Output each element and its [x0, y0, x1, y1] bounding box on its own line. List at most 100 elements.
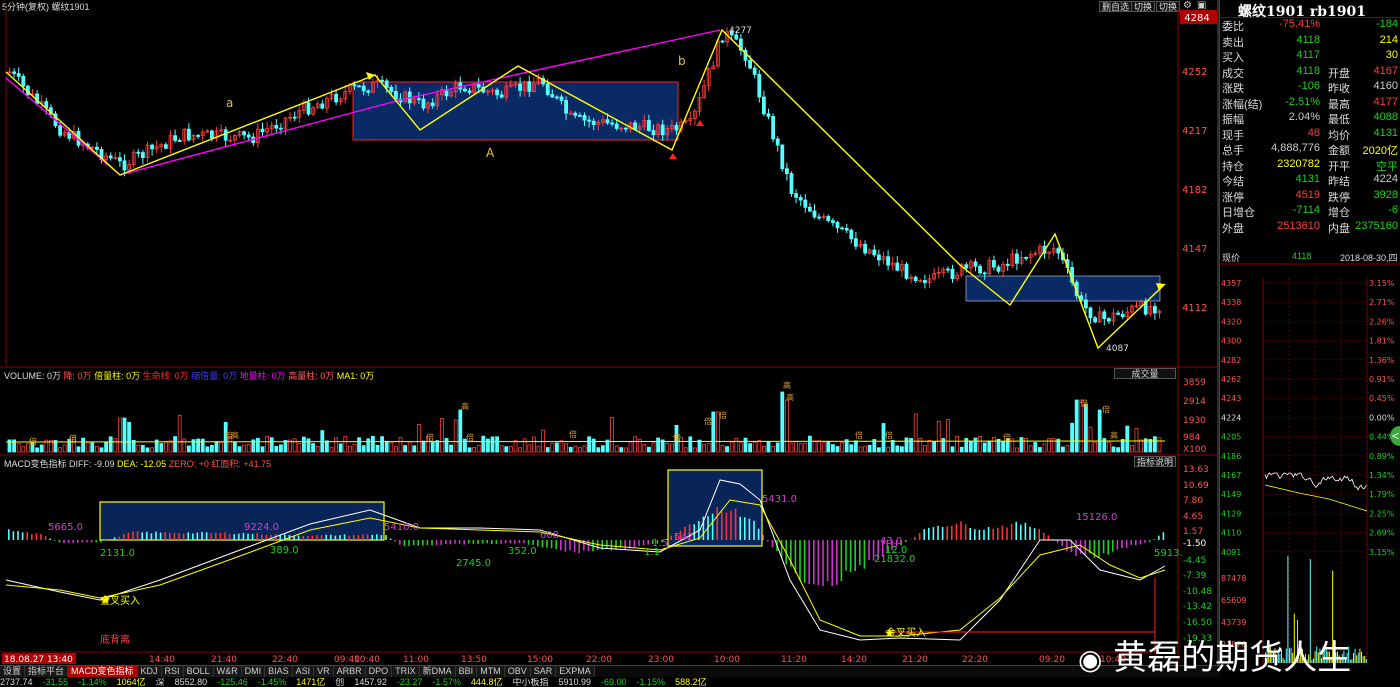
volume-mark: 倍 — [719, 410, 727, 420]
index-value: -23.27 — [396, 678, 423, 687]
indicator-tab[interactable]: BOLL — [183, 666, 214, 677]
quote-value: 4167 — [1373, 64, 1398, 77]
indicator-tab[interactable]: MACD变色指标 — [68, 666, 138, 677]
macd-bar — [615, 540, 617, 550]
volume-bar — [840, 442, 844, 453]
indicator-tab[interactable]: BBI — [455, 666, 478, 677]
volume-bar — [1139, 439, 1143, 453]
quote-value: 4088 — [1373, 111, 1398, 123]
intraday-volume-tick: 43739 — [1221, 618, 1246, 627]
time-tick: 14:40 — [149, 655, 175, 665]
volume-indicator-button[interactable]: 成交量 — [1114, 368, 1176, 379]
indicator-tab[interactable]: SAR — [530, 666, 557, 677]
svg-text:-7.39: -7.39 — [1183, 571, 1207, 581]
macd-bar — [914, 536, 916, 540]
intraday-price-tick: 4129 — [1221, 509, 1241, 518]
indicator-tab[interactable]: 新DMA — [419, 666, 456, 677]
price-axis: 4284 4252 4217 4182 4147 4112 — [1180, 10, 1217, 314]
indicator-tab[interactable]: VR — [314, 666, 334, 677]
price-tick: 4252 — [1182, 67, 1207, 78]
quote-label: 振幅 — [1222, 114, 1244, 126]
macd-bar — [1148, 540, 1151, 543]
indicator-tab[interactable]: TRIX — [392, 666, 420, 677]
macd-bar — [155, 531, 157, 540]
candle-body — [384, 80, 389, 88]
svg-text:43.0: 43.0 — [880, 536, 902, 547]
volume-bar — [812, 440, 817, 453]
indicator-tab[interactable]: 指标平台 — [25, 666, 69, 677]
candle-body — [108, 155, 113, 159]
indicator-tab[interactable]: BIAS — [265, 666, 293, 677]
price-tick: 4284 — [1184, 13, 1209, 24]
intraday-chart[interactable]: 4357 3.15% 4338 2.71% 4320 2.26% 4300 1.81% 4282… — [1219, 263, 1400, 665]
macd-bar — [946, 526, 948, 540]
volume-bar — [214, 441, 219, 453]
candle-body — [527, 81, 532, 92]
macd-bar — [960, 521, 962, 540]
volume-bar — [416, 424, 421, 453]
candle-body — [748, 59, 752, 69]
candle-body — [587, 119, 591, 122]
index-value: 1457.92 — [354, 678, 387, 687]
quote-label: 开盘 — [1328, 67, 1350, 80]
wave-label-b: b — [678, 54, 686, 68]
candle-body — [573, 112, 578, 116]
svg-text:1.1: 1.1 — [644, 547, 660, 558]
candle-body — [58, 125, 62, 136]
candle-body — [564, 100, 568, 114]
svg-text:5665.0: 5665.0 — [48, 522, 83, 533]
volume-mark: 倍 — [29, 436, 37, 446]
macd-bar — [21, 532, 24, 540]
candle-body — [720, 40, 725, 43]
svg-text:2131.0: 2131.0 — [100, 548, 135, 559]
intraday-pct-tick: 2.69% — [1369, 529, 1395, 538]
candle-body — [260, 128, 265, 133]
indicator-tab[interactable]: KDJ — [137, 666, 162, 677]
indicator-tab[interactable]: MTM — [477, 666, 505, 677]
indicator-tab[interactable]: RSI — [161, 666, 184, 677]
chart-canvas[interactable]: 4284 4252 4217 4182 4147 4112 a b A 4277… — [0, 0, 1220, 665]
volume-bar — [651, 442, 656, 453]
indicator-tab[interactable]: ARBR — [333, 666, 366, 677]
intraday-volume-bar — [1364, 655, 1366, 663]
volume-bar — [624, 447, 628, 453]
candle-body — [467, 90, 472, 93]
indicator-tab[interactable]: W&R — [213, 666, 242, 677]
intraday-pct-tick: 0.45% — [1369, 394, 1395, 403]
volume-bar — [315, 445, 320, 453]
macd-bar — [302, 535, 304, 540]
index-value: -69.00 — [601, 678, 627, 687]
macd-bar — [481, 540, 484, 544]
volume-bar — [357, 437, 362, 453]
candle-body — [964, 264, 969, 269]
volume-bar — [90, 442, 95, 453]
macd-bar — [716, 507, 718, 540]
volume-bar — [683, 447, 688, 453]
macd-bar — [491, 540, 493, 545]
indicator-tab[interactable]: ASI — [292, 666, 315, 677]
quote-row: 买入 4117 30 — [1220, 49, 1400, 65]
indicator-tab[interactable]: 设置 — [0, 666, 26, 677]
indicator-help-button[interactable]: 指标说明 — [1134, 456, 1176, 467]
volume-bar — [941, 438, 946, 453]
indicator-tab[interactable]: DMI — [241, 666, 266, 677]
macd-bar — [983, 529, 985, 540]
macd-bar — [265, 534, 268, 540]
quote-label: 总手 — [1222, 145, 1244, 157]
macd-bar — [849, 540, 852, 573]
quote-value: 4118 — [1296, 64, 1320, 77]
quote-label: 涨跌 — [1222, 83, 1244, 95]
volume-bar — [1042, 443, 1047, 453]
quote-value: 2.04% — [1288, 111, 1320, 123]
volume-mark: 倍 — [1102, 404, 1110, 414]
indicator-tab[interactable]: OBV — [504, 666, 531, 677]
volume-bar — [739, 442, 743, 453]
candle-body — [430, 102, 435, 107]
intraday-price-tick: 4357 — [1221, 279, 1241, 288]
indicator-tab[interactable]: EXPMA — [556, 666, 595, 677]
macd-bar — [753, 520, 755, 540]
volume-bar — [329, 446, 334, 453]
indicator-tab[interactable]: DPO — [365, 666, 393, 677]
macd-bar — [192, 533, 194, 540]
macd-bar — [1135, 540, 1137, 546]
